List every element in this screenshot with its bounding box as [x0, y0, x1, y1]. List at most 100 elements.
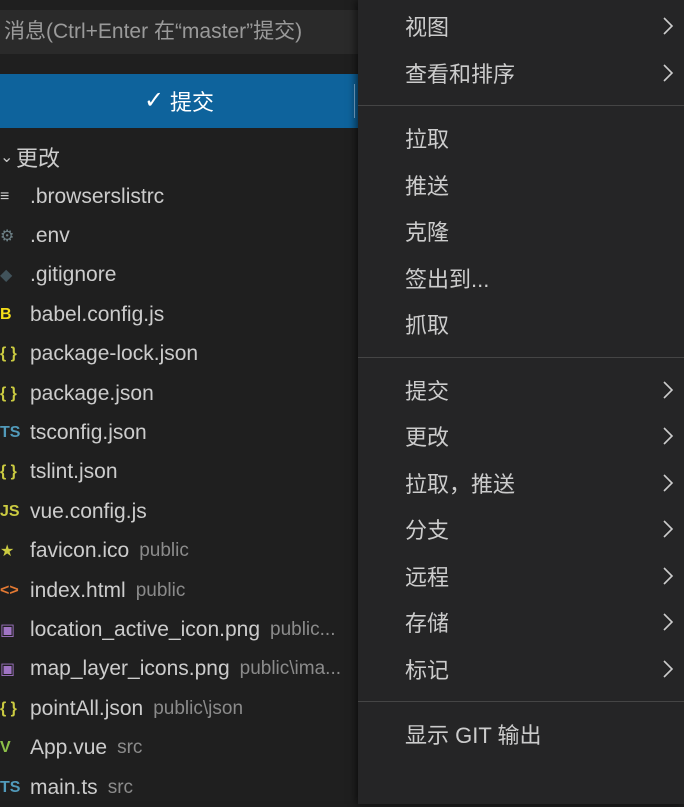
file-row[interactable]: ▣ location_active_icon.png public... — [0, 610, 380, 649]
file-row[interactable]: { } pointAll.json public\json — [0, 689, 380, 728]
menu-item[interactable]: 提交 — [358, 367, 684, 414]
file-name: tsconfig.json — [30, 421, 147, 445]
source-control-panel: ✓ 提交 ⌄ 更改 ≡ .browserslistrc ⚙ .env ◆ .gitigno… — [0, 0, 380, 801]
check-icon: ✓ — [143, 87, 165, 114]
git-diamond-icon: ◆ — [0, 267, 13, 285]
menu-item[interactable]: 远程 — [358, 553, 684, 600]
json-braces-icon: { } — [0, 345, 17, 363]
menu-item[interactable]: 显示 GIT 输出 — [358, 711, 684, 758]
babel-icon: B — [0, 305, 12, 323]
chevron-right-icon — [662, 506, 674, 553]
menu-separator — [358, 701, 684, 702]
file-name: favicon.ico — [30, 539, 130, 563]
menu-separator — [358, 356, 684, 358]
menu-item-label: 存储 — [405, 611, 450, 637]
commit-button-label: 提交 — [170, 90, 215, 115]
file-row[interactable]: { } tslint.json — [0, 453, 380, 492]
menu-item[interactable]: 更改 — [358, 413, 684, 460]
menu-item[interactable]: 推送 — [358, 162, 684, 209]
changes-section-header[interactable]: ⌄ 更改 — [0, 140, 360, 174]
file-name: pointAll.json — [30, 696, 144, 720]
file-row[interactable]: { } package-lock.json — [0, 335, 380, 374]
menu-item-label: 拉取 — [405, 127, 450, 153]
file-name: babel.config.js — [30, 302, 165, 326]
scm-more-actions-context-menu: 视图查看和排序拉取推送克隆签出到... 抓取提交更改拉取，推送分支远程存储标记显示… — [358, 0, 684, 804]
file-directory: public\ima... — [239, 658, 341, 680]
file-row[interactable]: Bbabel.config.js — [0, 295, 380, 334]
file-name: map_layer_icons.png — [30, 657, 230, 681]
chevron-right-icon — [662, 553, 674, 600]
json-braces-icon: { } — [0, 384, 17, 402]
menu-item-label: 拉取，推送 — [405, 471, 516, 497]
javascript-icon: JS — [0, 502, 20, 520]
star-icon: ★ — [0, 543, 15, 561]
typescript-icon: TS — [0, 424, 21, 442]
menu-item[interactable]: 视图 — [358, 3, 684, 50]
gear-icon: ⚙ — [0, 228, 15, 246]
file-name: location_active_icon.png — [30, 617, 260, 641]
file-name: index.html — [30, 578, 126, 602]
menu-item-label: 抓取 — [405, 313, 450, 339]
file-row[interactable]: ⚙ .env — [0, 216, 380, 255]
file-row[interactable]: ★ favicon.ico public — [0, 532, 380, 571]
chevron-down-icon: ⌄ — [0, 149, 14, 166]
image-icon: ▣ — [0, 661, 16, 679]
file-directory: public — [139, 540, 189, 562]
file-name: package.json — [30, 381, 154, 405]
file-row[interactable]: { } package.json — [0, 374, 380, 413]
menu-item[interactable]: 拉取 — [358, 115, 684, 162]
menu-item[interactable]: 拉取，推送 — [358, 460, 684, 507]
file-row[interactable]: TS tsconfig.json — [0, 413, 380, 452]
lines-icon: ≡ — [0, 187, 10, 205]
vue-icon: V — [0, 739, 11, 757]
menu-item-label: 克隆 — [405, 220, 450, 246]
file-row[interactable]: V App.vue src — [0, 728, 380, 767]
json-braces-icon: { } — [0, 463, 17, 481]
file-name: main.ts — [30, 775, 98, 799]
changed-files-list: ≡ .browserslistrc ⚙ .env ◆ .gitignore Bbabel.c… — [0, 177, 380, 807]
file-row[interactable]: ≡ .browserslistrc — [0, 177, 380, 216]
menu-item[interactable]: 克隆 — [358, 208, 684, 255]
chevron-right-icon — [662, 413, 674, 460]
file-name: App.vue — [30, 736, 108, 760]
chevron-right-icon — [662, 367, 674, 414]
file-directory: public... — [270, 618, 336, 640]
chevron-right-icon — [662, 646, 674, 693]
file-directory: src — [107, 776, 134, 798]
file-row[interactable]: TS main.ts src — [0, 768, 380, 807]
file-directory: src — [117, 737, 143, 759]
commit-button[interactable]: ✓ 提交 — [0, 74, 358, 128]
commit-message-input[interactable] — [0, 10, 372, 54]
menu-item[interactable]: 存储 — [358, 599, 684, 646]
menu-item-label: 提交 — [405, 378, 450, 404]
json-braces-icon: { } — [0, 699, 17, 717]
file-name: package-lock.json — [30, 342, 199, 366]
file-name: vue.config.js — [30, 499, 147, 523]
changes-label: 更改 — [16, 146, 61, 171]
menu-item[interactable]: 查看和排序 — [358, 50, 684, 97]
menu-item-label: 视图 — [405, 15, 450, 41]
chevron-right-icon — [662, 599, 674, 646]
file-row[interactable]: ▣ map_layer_icons.png public\ima... — [0, 650, 380, 689]
chevron-right-icon — [662, 3, 674, 50]
menu-item-label: 推送 — [405, 173, 450, 199]
file-directory: public\json — [153, 697, 244, 719]
commit-button-divider — [354, 84, 355, 118]
menu-item-label: 签出到... — [405, 266, 490, 292]
menu-item-label: 更改 — [405, 425, 450, 451]
html-icon: <> — [0, 581, 19, 599]
file-directory: public — [135, 579, 186, 601]
file-row[interactable]: JS vue.config.js — [0, 492, 380, 531]
menu-item[interactable]: 签出到... — [358, 255, 684, 302]
menu-item[interactable]: 分支 — [358, 506, 684, 553]
menu-item[interactable]: 标记 — [358, 646, 684, 693]
menu-item-label: 分支 — [405, 518, 450, 544]
menu-item-label: 标记 — [405, 657, 450, 683]
menu-item[interactable]: 抓取 — [358, 301, 684, 348]
menu-separator — [358, 105, 684, 106]
file-name: .browserslistrc — [30, 184, 165, 208]
file-row[interactable]: <> index.html public — [0, 571, 380, 610]
chevron-right-icon — [662, 50, 674, 97]
file-row[interactable]: ◆ .gitignore — [0, 256, 380, 295]
menu-item-label: 显示 GIT 输出 — [405, 723, 542, 749]
